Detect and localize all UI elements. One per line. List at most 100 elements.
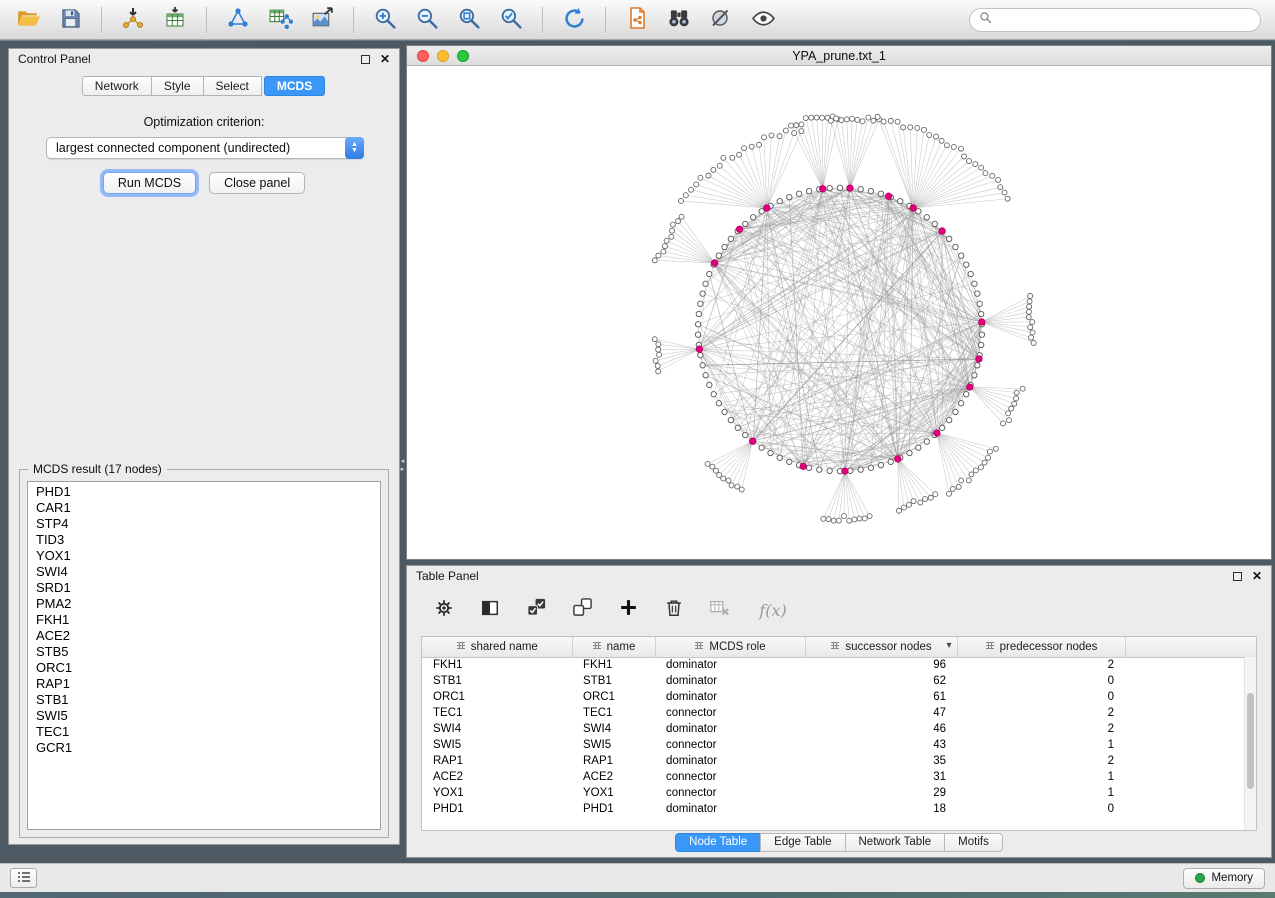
mcds-result-item[interactable]: PMA2 bbox=[28, 596, 380, 612]
tab-mcds[interactable]: MCDS bbox=[264, 76, 325, 96]
import-network-button[interactable] bbox=[115, 4, 151, 36]
float-panel-icon[interactable] bbox=[361, 55, 370, 64]
mcds-result-item[interactable]: SWI4 bbox=[28, 564, 380, 580]
close-panel-icon[interactable]: ✕ bbox=[1252, 570, 1262, 582]
mcds-result-item[interactable]: ORC1 bbox=[28, 660, 380, 676]
column-header-successor-nodes[interactable]: successor nodes▾ bbox=[805, 637, 957, 657]
tab-network[interactable]: Network bbox=[82, 76, 152, 96]
criterion-dropdown[interactable]: largest connected component (undirected)… bbox=[46, 137, 364, 159]
table-header-row: shared name name MCDS role successor nod… bbox=[422, 637, 1256, 657]
close-panel-button[interactable]: Close panel bbox=[209, 172, 305, 194]
network-canvas[interactable] bbox=[407, 67, 1271, 559]
search-input[interactable] bbox=[997, 13, 1251, 27]
table-cell-shared-name: ORC1 bbox=[422, 689, 572, 705]
tab-network-table[interactable]: Network Table bbox=[845, 833, 946, 852]
table-row[interactable]: SWI5SWI5connector431 bbox=[422, 737, 1256, 753]
table-scrollbar[interactable] bbox=[1244, 657, 1256, 830]
run-mcds-button[interactable]: Run MCDS bbox=[103, 172, 196, 194]
mcds-result-item[interactable]: STB1 bbox=[28, 692, 380, 708]
close-panel-icon[interactable]: ✕ bbox=[380, 53, 390, 65]
table-cell-role: connector bbox=[655, 785, 805, 801]
column-grip-icon bbox=[694, 641, 704, 653]
float-panel-icon[interactable] bbox=[1233, 572, 1242, 581]
open-file-button[interactable] bbox=[10, 4, 46, 36]
status-menu-button[interactable] bbox=[10, 868, 37, 888]
table-cell-successors: 47 bbox=[805, 705, 957, 721]
mcds-result-item[interactable]: ACE2 bbox=[28, 628, 380, 644]
network-from-table-button[interactable] bbox=[262, 4, 298, 36]
mcds-result-item[interactable]: GCR1 bbox=[28, 740, 380, 756]
mcds-result-item[interactable]: TEC1 bbox=[28, 724, 380, 740]
binoculars-icon bbox=[666, 5, 692, 34]
tab-motifs[interactable]: Motifs bbox=[944, 833, 1003, 852]
split-columns-icon bbox=[480, 598, 500, 623]
table-settings-button[interactable] bbox=[431, 597, 457, 623]
scrollbar-thumb[interactable] bbox=[1247, 693, 1254, 789]
table-cell-predecessors: 1 bbox=[957, 769, 1125, 785]
search-box[interactable] bbox=[969, 8, 1261, 32]
mcds-result-item[interactable]: SRD1 bbox=[28, 580, 380, 596]
mcds-result-item[interactable]: PHD1 bbox=[28, 484, 380, 500]
table-row[interactable]: ACE2ACE2connector311 bbox=[422, 769, 1256, 785]
deselect-all-button[interactable] bbox=[569, 597, 595, 623]
tab-edge-table[interactable]: Edge Table bbox=[760, 833, 845, 852]
show-column-button[interactable] bbox=[477, 597, 503, 623]
zoom-selected-button[interactable] bbox=[493, 4, 529, 36]
mcds-result-item[interactable]: TID3 bbox=[28, 532, 380, 548]
mcds-result-item[interactable]: FKH1 bbox=[28, 612, 380, 628]
table-row[interactable]: SWI4SWI4dominator462 bbox=[422, 721, 1256, 737]
zoom-fit-button[interactable] bbox=[451, 4, 487, 36]
delete-column-button[interactable] bbox=[661, 597, 687, 623]
table-cell-filler bbox=[1125, 705, 1256, 721]
memory-button[interactable]: Memory bbox=[1183, 868, 1265, 889]
toolbar-separator bbox=[353, 7, 354, 33]
zoom-in-button[interactable] bbox=[367, 4, 403, 36]
maximize-window-icon[interactable] bbox=[457, 50, 469, 62]
table-row[interactable]: ORC1ORC1dominator610 bbox=[422, 689, 1256, 705]
mcds-result-item[interactable]: YOX1 bbox=[28, 548, 380, 564]
table-row[interactable]: FKH1FKH1dominator962 bbox=[422, 657, 1256, 673]
save-session-button[interactable] bbox=[52, 4, 88, 36]
tab-select[interactable]: Select bbox=[203, 76, 262, 96]
minimize-window-icon[interactable] bbox=[437, 50, 449, 62]
toolbar-separator bbox=[101, 7, 102, 33]
table-cell-shared-name: FKH1 bbox=[422, 657, 572, 673]
table-row[interactable]: STB1STB1dominator620 bbox=[422, 673, 1256, 689]
plus-icon bbox=[619, 598, 638, 622]
panel-collapse-handle[interactable]: ◂▸ bbox=[399, 453, 406, 479]
network-window-titlebar[interactable]: YPA_prune.txt_1 bbox=[407, 46, 1271, 66]
table-row[interactable]: RAP1RAP1dominator352 bbox=[422, 753, 1256, 769]
close-window-icon[interactable] bbox=[417, 50, 429, 62]
mcds-result-item[interactable]: RAP1 bbox=[28, 676, 380, 692]
export-image-button[interactable] bbox=[304, 4, 340, 36]
mcds-result-item[interactable]: STB5 bbox=[28, 644, 380, 660]
table-row[interactable]: PHD1PHD1dominator180 bbox=[422, 801, 1256, 817]
column-header-predecessor-nodes[interactable]: predecessor nodes bbox=[957, 637, 1125, 657]
table-cell-predecessors: 0 bbox=[957, 801, 1125, 817]
sort-chevron-icon[interactable]: ▾ bbox=[946, 640, 951, 651]
refresh-view-button[interactable] bbox=[556, 4, 592, 36]
search-network-button[interactable] bbox=[661, 4, 697, 36]
add-column-button[interactable] bbox=[615, 597, 641, 623]
new-network-button[interactable] bbox=[220, 4, 256, 36]
mcds-result-item[interactable]: SWI5 bbox=[28, 708, 380, 724]
mcds-result-list[interactable]: PHD1CAR1STP4TID3YOX1SWI4SRD1PMA2FKH1ACE2… bbox=[27, 481, 381, 830]
table-cell-name: RAP1 bbox=[572, 753, 655, 769]
tab-node-table[interactable]: Node Table bbox=[675, 833, 761, 852]
mcds-result-item[interactable]: STP4 bbox=[28, 516, 380, 532]
select-all-button[interactable] bbox=[523, 597, 549, 623]
mcds-result-item[interactable]: CAR1 bbox=[28, 500, 380, 516]
zoom-out-button[interactable] bbox=[409, 4, 445, 36]
toggle-graphics-button[interactable] bbox=[703, 4, 739, 36]
table-row[interactable]: YOX1YOX1connector291 bbox=[422, 785, 1256, 801]
export-network-file-button[interactable] bbox=[619, 4, 655, 36]
tab-style[interactable]: Style bbox=[151, 76, 204, 96]
column-header-name[interactable]: name bbox=[572, 637, 655, 657]
table-row[interactable]: TEC1TEC1connector472 bbox=[422, 705, 1256, 721]
import-table-button[interactable] bbox=[157, 4, 193, 36]
memory-label: Memory bbox=[1211, 872, 1253, 884]
column-header-shared-name[interactable]: shared name bbox=[422, 637, 572, 657]
show-hide-button[interactable] bbox=[745, 4, 781, 36]
open-folder-icon bbox=[16, 6, 41, 34]
column-header-mcds-role[interactable]: MCDS role bbox=[655, 637, 805, 657]
